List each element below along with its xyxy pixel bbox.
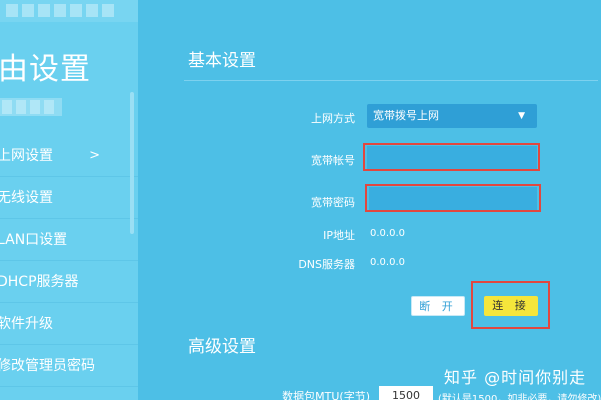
sidebar-title: 由设置 bbox=[0, 52, 91, 87]
ip-label: IP地址 bbox=[323, 229, 355, 242]
password-label: 宽带密码 bbox=[311, 196, 355, 209]
connection-type-select[interactable]: 宽带拨号上网 ▼ bbox=[367, 104, 537, 128]
sidebar-item-lan[interactable]: LAN口设置 bbox=[0, 219, 138, 261]
sidebar-scrollbar[interactable] bbox=[130, 92, 134, 234]
sidebar-item-internet[interactable]: 上网设置 > bbox=[0, 135, 138, 177]
sidebar-item-label: DHCP服务器 bbox=[0, 274, 79, 290]
settings-panel: 基本设置 上网方式 宽带拨号上网 ▼ 宽带帐号 宽带密码 IP地址 0.0.0.… bbox=[138, 0, 601, 400]
ip-value: 0.0.0.0 bbox=[370, 228, 405, 239]
disconnect-button[interactable]: 断 开 bbox=[411, 296, 465, 316]
sidebar-subtitle-blur bbox=[0, 98, 62, 116]
chevron-right-icon: > bbox=[89, 148, 100, 163]
sidebar-item-label: 无线设置 bbox=[0, 190, 53, 206]
account-label: 宽带帐号 bbox=[311, 154, 355, 167]
connection-type-label: 上网方式 bbox=[311, 112, 355, 125]
sidebar-item-label: 修改管理员密码 bbox=[0, 358, 95, 374]
dns-label: DNS服务器 bbox=[298, 258, 355, 271]
sidebar-item-admin-password[interactable]: 修改管理员密码 bbox=[0, 345, 138, 387]
sidebar-item-wireless[interactable]: 无线设置 bbox=[0, 177, 138, 219]
section-divider bbox=[184, 80, 598, 81]
watermark: 知乎 @时间你别走 bbox=[444, 368, 587, 387]
caret-down-icon: ▼ bbox=[518, 111, 525, 121]
dns-value: 0.0.0.0 bbox=[370, 257, 405, 268]
connection-type-value: 宽带拨号上网 bbox=[373, 109, 439, 122]
sidebar-item-firmware[interactable]: 软件升级 bbox=[0, 303, 138, 345]
sidebar: 由设置 上网设置 > 无线设置 LAN口设置 DHCP服务器 软件升级 修改管理… bbox=[0, 0, 138, 400]
connect-highlight-frame bbox=[471, 281, 550, 329]
sidebar-header-blur bbox=[0, 0, 138, 22]
mtu-label: 数据包MTU(字节) bbox=[282, 390, 370, 400]
account-highlight-frame bbox=[363, 143, 540, 171]
sidebar-item-label: 软件升级 bbox=[0, 316, 53, 332]
basic-settings-title: 基本设置 bbox=[188, 51, 256, 71]
sidebar-item-dhcp[interactable]: DHCP服务器 bbox=[0, 261, 138, 303]
sidebar-item-label: LAN口设置 bbox=[0, 232, 68, 248]
mtu-input[interactable]: 1500 bbox=[379, 386, 433, 400]
password-highlight-frame bbox=[365, 184, 541, 212]
advanced-settings-title: 高级设置 bbox=[188, 337, 256, 357]
sidebar-item-label: 上网设置 bbox=[0, 148, 53, 164]
mtu-hint: (默认是1500，如非必要，请勿修改) bbox=[438, 394, 601, 400]
